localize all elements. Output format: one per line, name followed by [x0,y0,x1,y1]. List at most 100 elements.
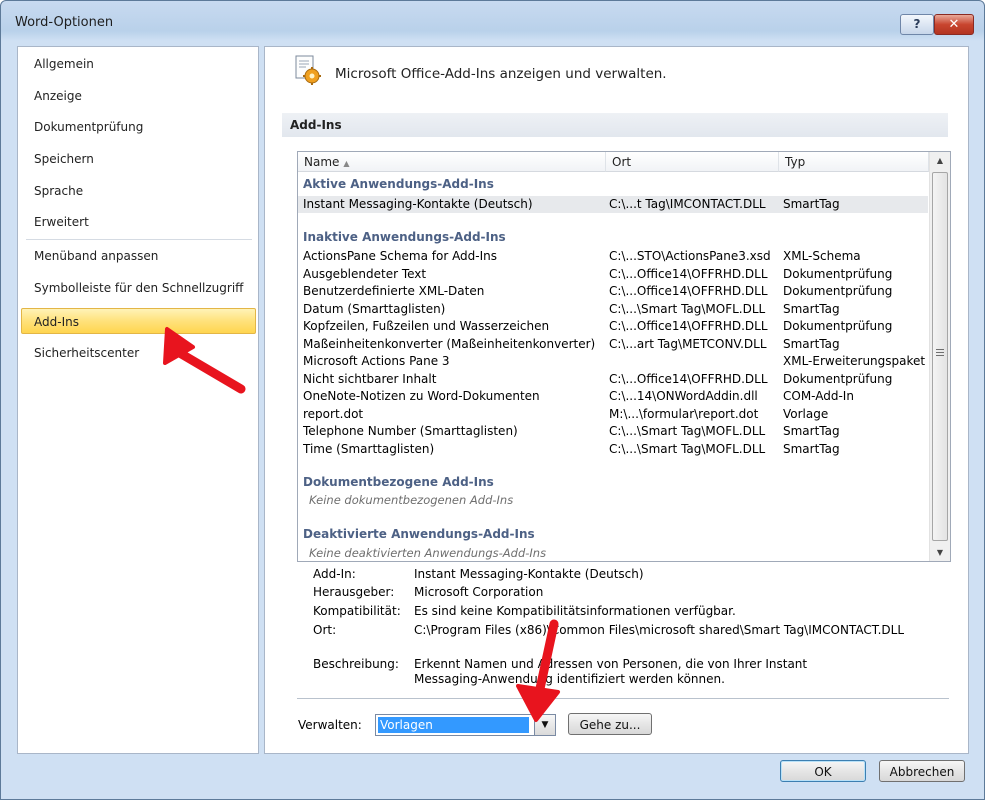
column-header-ort[interactable]: Ort [606,152,779,172]
nav-item-3[interactable]: Speichern [18,146,258,172]
cell-typ: Dokumentprüfung [783,284,893,298]
scroll-thumb[interactable] [932,172,948,541]
cell-typ: Dokumentprüfung [783,266,893,281]
cell-typ: SmartTag [783,301,840,316]
table-row[interactable]: Nicht sichtbarer Inhalt C:\...Office14\OF… [298,371,928,388]
table-row[interactable]: Ausgeblendeter Text C:\...Office14\OFFRHD… [298,266,928,283]
column-header-typ[interactable]: Typ [779,152,929,172]
table-row[interactable]: Microsoft Actions Pane 3 XML-Erweiterungs… [298,353,928,370]
cell-name: OneNote-Notizen zu Word-Dokumenten [303,389,540,403]
cell-typ: Vorlage [783,406,829,421]
column-ort-label: Ort [612,155,632,169]
cell-name: Instant Messaging-Kontakte (Deutsch) [303,196,533,211]
nav-item-0[interactable]: Allgemein [18,51,258,77]
addins-list[interactable]: Name ▲ Ort Typ ▲ ▼ Aktive Anwendungs-Add-… [297,151,951,562]
addin-gear-icon [295,55,321,85]
nav-item-5[interactable]: Erweitert [18,209,258,235]
column-typ-label: Typ [785,155,806,169]
cell-typ: XML-Schema [783,249,861,263]
nav-item-1[interactable]: Anzeige [18,83,258,109]
column-header-name[interactable]: Name ▲ [298,152,606,172]
close-button[interactable]: ✕ [934,14,974,35]
nav-item-2[interactable]: Dokumentprüfung [18,114,258,140]
cell-name: Time (Smarttaglisten) [303,441,435,456]
detail-publisher-value: Microsoft Corporation [414,585,544,599]
sort-ascending-icon: ▲ [343,159,350,168]
cell-name: Maßeinheitenkonverter (Maßeinheitenkonve… [303,336,596,351]
dialog-window: Word-Optionen ? ✕ Allgemein Anzeige Dokume… [0,0,985,800]
group-header: Inaktive Anwendungs-Add-Ins [303,229,506,244]
cell-typ: XML-Erweiterungspaket [783,354,926,368]
cell-name: Benutzerdefinierte XML-Daten [303,284,485,298]
scroll-up-icon[interactable]: ▲ [930,152,950,169]
detail-description-line1: Erkennt Namen und Adressen von Personen,… [414,657,808,671]
cell-name: ActionsPane Schema for Add-Ins [303,249,498,263]
cell-name: report.dot [303,406,364,421]
divider [297,698,949,699]
table-row[interactable]: OneNote-Notizen zu Word-Dokumenten C:\...… [298,388,928,405]
cell-typ: Dokumentprüfung [783,371,893,386]
help-button[interactable]: ? [900,14,934,35]
group-header: Dokumentbezogene Add-Ins [303,474,494,489]
cell-typ: Dokumentprüfung [783,319,893,333]
cell-ort: C:\...Office14\OFFRHD.DLL [609,266,768,281]
annotation-arrow-icon [516,619,560,722]
group-header: Deaktivierte Anwendungs-Add-Ins [303,527,535,541]
table-row[interactable]: Benutzerdefinierte XML-Daten C:\...Office… [298,283,928,300]
cell-typ: SmartTag [783,424,840,438]
table-row[interactable]: Telephone Number (Smarttaglisten) C:\...\… [298,423,928,440]
content-pane: Microsoft Office-Add-Ins anzeigen und ve… [264,46,969,754]
cell-ort: C:\...STO\ActionsPane3.xsd [609,249,771,263]
cell-typ: SmartTag [783,441,840,456]
cell-name: Ausgeblendeter Text [303,266,427,281]
addins-section-header: Add-Ins [282,113,948,137]
go-button[interactable]: Gehe zu... [568,713,652,735]
table-row[interactable]: Kopfzeilen, Fußzeilen und Wasserzeichen C… [298,318,928,335]
detail-addin-label: Add-In: [313,567,356,581]
cell-name: Microsoft Actions Pane 3 [303,354,450,368]
cell-name: Nicht sichtbarer Inhalt [303,371,437,386]
ok-button[interactable]: OK [780,760,866,782]
table-row[interactable]: Time (Smarttaglisten) C:\...\Smart Tag\MO… [298,441,928,458]
detail-publisher-label: Herausgeber: [313,585,395,599]
table-row[interactable]: Datum (Smarttaglisten) C:\...\Smart Tag\M… [298,301,928,318]
nav-item-4[interactable]: Sprache [18,178,258,204]
nav-item-7[interactable]: Symbolleiste für den Schnellzugriff [18,275,258,301]
group-header: Aktive Anwendungs-Add-Ins [303,177,494,191]
header-text: Microsoft Office-Add-Ins anzeigen und ve… [335,66,667,82]
cell-name: Telephone Number (Smarttaglisten) [303,424,518,438]
cell-ort: C:\...\Smart Tag\MOFL.DLL [609,301,766,316]
nav-separator [26,239,252,240]
cell-ort: C:\...\Smart Tag\MOFL.DLL [609,424,766,438]
section-title: Add-Ins [290,118,342,132]
cell-name: Datum (Smarttaglisten) [303,301,446,316]
grip-icon [936,349,944,358]
cell-ort: C:\...Office14\OFFRHD.DLL [609,319,768,333]
cell-ort: M:\...\formular\report.dot [609,406,759,421]
cell-ort: C:\...Office14\OFFRHD.DLL [609,371,768,386]
cell-typ: SmartTag [783,196,840,211]
table-row[interactable]: ActionsPane Schema for Add-Ins C:\...STO\… [298,248,928,265]
detail-description-label: Beschreibung: [313,657,399,671]
empty-group-text: Keine deaktivierten Anwendungs-Add-Ins [309,545,547,560]
cell-ort: C:\...t Tag\IMCONTACT.DLL [609,196,766,211]
column-name-label: Name [304,155,340,169]
cell-ort: C:\...14\ONWordAddin.dll [609,389,758,403]
table-row[interactable]: Maßeinheitenkonverter (Maßeinheitenkonve… [298,336,928,353]
table-row[interactable]: report.dot M:\...\formular\report.dot Vorl… [298,406,928,423]
scroll-down-icon[interactable]: ▼ [930,544,950,561]
detail-compat-label: Kompatibilität: [313,604,401,618]
window-title: Word-Optionen [15,15,114,30]
table-row[interactable]: Instant Messaging-Kontakte (Deutsch) C:\.… [298,195,928,213]
cell-typ: COM-Add-In [783,389,854,403]
title-bar: Word-Optionen ? ✕ [1,1,984,39]
nav-item-6[interactable]: Menüband anpassen [18,243,258,269]
cell-ort: C:\...Office14\OFFRHD.DLL [609,284,768,298]
cell-ort: C:\...art Tag\METCONV.DLL [609,336,767,351]
detail-addin-value: Instant Messaging-Kontakte (Deutsch) [414,567,644,581]
empty-group-text: Keine dokumentbezogenen Add-Ins [309,493,514,507]
cell-name: Kopfzeilen, Fußzeilen und Wasserzeichen [303,319,550,333]
cell-typ: SmartTag [783,336,840,351]
detail-location-value: C:\Program Files (x86)\Common Files\micr… [414,623,905,637]
cancel-button[interactable]: Abbrechen [879,760,965,782]
